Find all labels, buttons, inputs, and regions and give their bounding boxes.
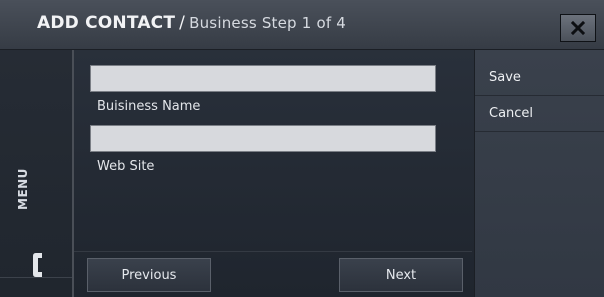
phone-icon[interactable]: [31, 252, 45, 278]
website-field[interactable]: [90, 125, 436, 152]
footer-divider: [74, 251, 472, 252]
previous-button[interactable]: Previous: [87, 258, 211, 292]
menu-label: MENU: [16, 168, 30, 210]
next-button[interactable]: Next: [339, 258, 463, 292]
header-bar: ADD CONTACT / Business Step 1 of 4: [0, 0, 604, 50]
save-button[interactable]: Save: [475, 60, 604, 96]
cancel-button[interactable]: Cancel: [475, 96, 604, 132]
title-separator: /: [179, 13, 186, 33]
title-main: ADD CONTACT: [37, 13, 176, 33]
close-x-icon: [571, 21, 585, 35]
menu-button[interactable]: MENU: [0, 105, 72, 275]
title-step: Business Step 1 of 4: [189, 14, 347, 32]
add-contact-screen: ADD CONTACT / Business Step 1 of 4 MENU Bu…: [0, 0, 604, 297]
business-name-label: Buisiness Name: [97, 99, 201, 114]
business-name-field[interactable]: [90, 65, 436, 92]
close-button[interactable]: [560, 14, 596, 42]
action-panel: Save Cancel: [474, 50, 604, 297]
website-label: Web Site: [97, 159, 155, 174]
page-title: ADD CONTACT / Business Step 1 of 4: [37, 13, 346, 33]
